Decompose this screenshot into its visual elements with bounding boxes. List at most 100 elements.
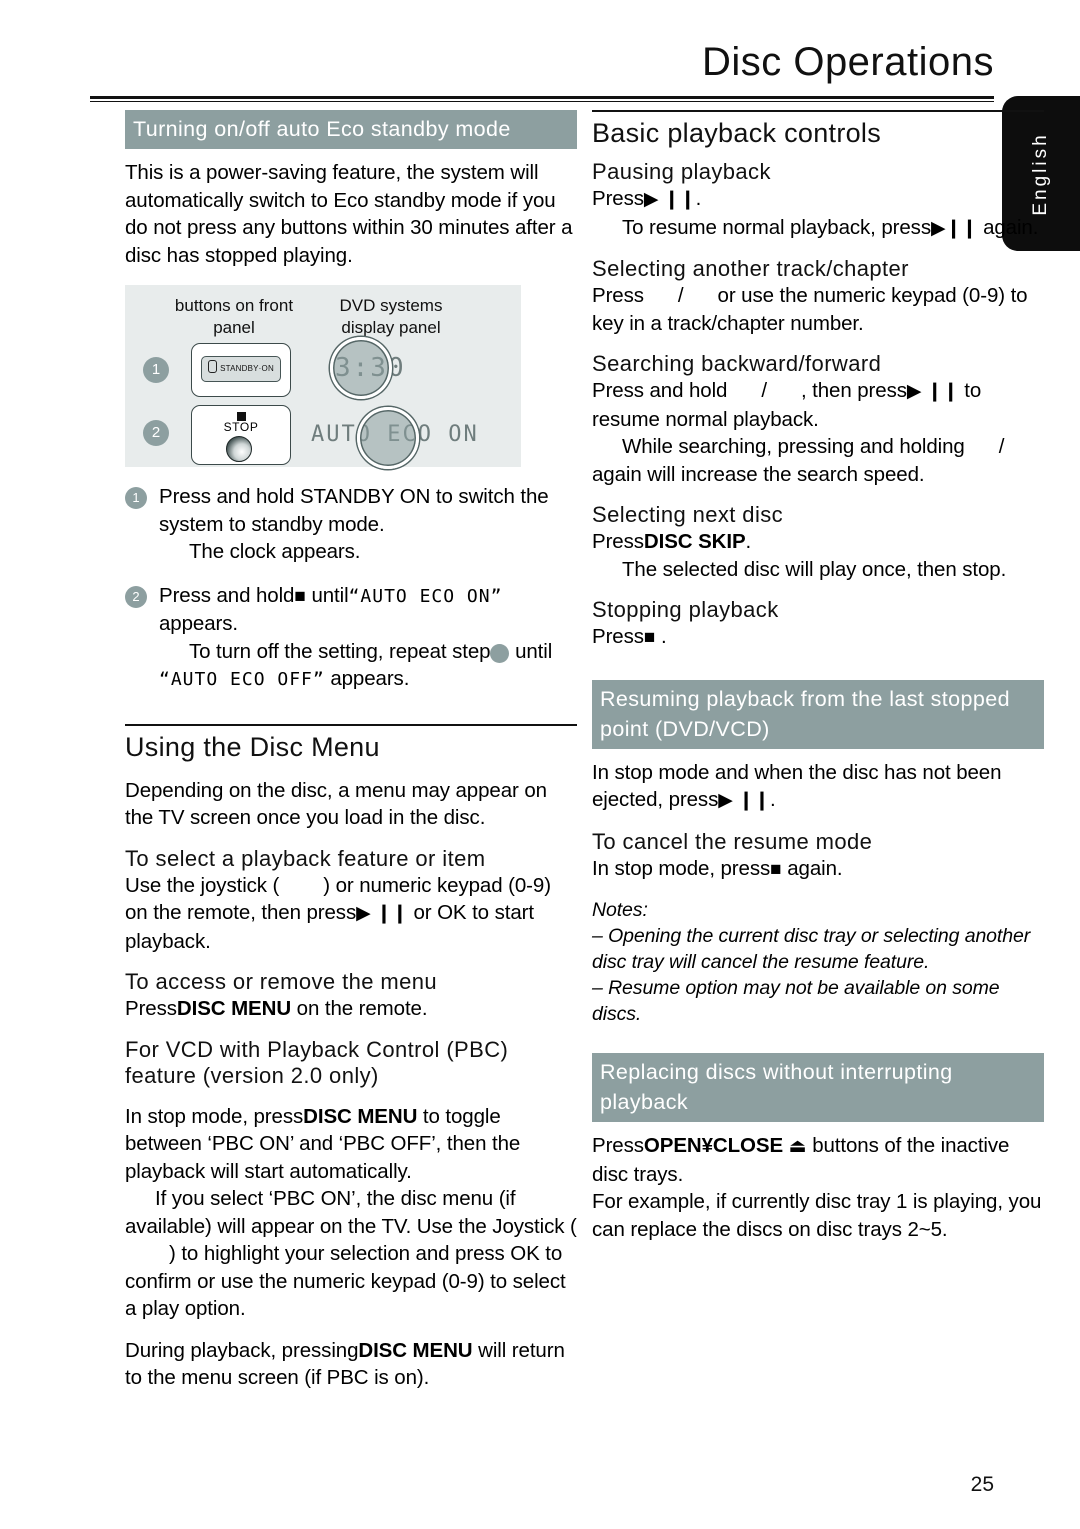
step-2-note-c: appears.: [330, 667, 410, 690]
access-menu-body: PressDISC MENU on the remote.: [125, 995, 577, 1023]
access-menu-text-a: Press: [125, 997, 177, 1020]
step-2-prefix: Press and hold: [159, 583, 295, 607]
step-2-note-lcd: “AUTO ECO OFF”: [159, 669, 325, 690]
step-1: 1 Press and hold STANDBY ON to switch th…: [125, 483, 577, 566]
header-divider: [90, 96, 994, 102]
access-menu-heading: To access or remove the menu: [125, 969, 438, 994]
pbc-heading: For VCD with Playback Control (PBC) feat…: [125, 1036, 509, 1088]
pausing-body: Press▶ ❙❙.: [592, 185, 1044, 214]
display-eco-highlight-ring: [357, 407, 419, 469]
stopping-press: Press: [592, 625, 644, 648]
step-1-text: Press and hold STANDBY ON to switch the …: [159, 485, 549, 536]
track-chapter-heading: Selecting another track/chapter: [592, 256, 909, 281]
stop-button-panel: STOP: [191, 405, 291, 465]
step-2-number: 2: [125, 585, 147, 608]
stop-label: STOP: [223, 420, 259, 434]
notes-label: Notes:: [592, 899, 648, 921]
pausing-note-a: To resume normal playback, press: [622, 215, 931, 239]
standby-on-label: STANDBY·ON: [220, 364, 274, 373]
pbc-paragraph-3: During playback, pressingDISC MENU will …: [125, 1337, 577, 1392]
pbc-p3-text-a: During playback, pressing: [125, 1338, 359, 1362]
next-disc-heading: Selecting next disc: [592, 502, 784, 527]
basic-playback-heading: Basic playback controls: [592, 118, 882, 148]
resume-text-a: In stop mode and when the disc has not b…: [592, 760, 1002, 812]
replacing-text-a: Press: [592, 1134, 644, 1157]
resume-period: .: [769, 788, 776, 811]
select-feature-heading: To select a playback feature or item: [125, 845, 486, 871]
eject-icon: ⏏: [788, 1136, 807, 1157]
step-1-note: The clock appears.: [189, 540, 361, 563]
pausing-heading: Pausing playback: [592, 159, 771, 184]
stopping-period: .: [661, 625, 667, 648]
play-pause-icon-5: ▶ ❙❙: [718, 790, 770, 811]
page-number: 25: [970, 1473, 994, 1496]
track-slash: /: [677, 284, 684, 307]
play-pause-icon-4: ▶ ❙❙: [906, 381, 959, 402]
standby-on-button: STANDBY·ON: [201, 356, 281, 382]
stopping-body: Press■ .: [592, 623, 1044, 652]
note-item-1: – Opening the current disc tray or selec…: [592, 925, 1031, 973]
diagram-marker-1: 1: [143, 357, 169, 383]
next-disc-body: PressDISC SKIP.: [592, 528, 1044, 556]
search-note-b: again will increase the search speed.: [592, 462, 925, 486]
pausing-period: .: [695, 187, 702, 210]
step-2-suffix: appears.: [159, 612, 238, 635]
pbc-p2-text-b: ) to highlight your selection and press …: [125, 1242, 566, 1320]
track-chapter-body: Press / or use the numeric keypad (0-9) to…: [592, 282, 1044, 337]
stop-knob-icon: [226, 436, 252, 462]
play-pause-icon-3: ▶❙❙: [931, 217, 978, 239]
resume-playback-heading: Resuming playback from the last stopped …: [592, 679, 1044, 749]
next-disc-press: Press: [592, 530, 644, 553]
stopping-heading: Stopping playback: [592, 597, 779, 622]
search-note-slash: /: [998, 435, 1005, 458]
basic-playback-section: Basic playback controls: [592, 110, 1044, 149]
pbc-paragraph-2: If you select ‘PBC ON’, the disc menu (i…: [125, 1185, 577, 1323]
disc-menu-button-label: DISC MENU: [176, 997, 292, 1020]
step-1-number: 1: [125, 487, 147, 509]
cancel-resume-a: In stop mode, press: [592, 856, 771, 880]
page-title: Disc Operations: [701, 40, 994, 84]
track-text-b: or use the numeric keypad (0-9) to key i…: [592, 284, 1028, 335]
replacing-body: PressOPEN¥CLOSE ⏏ buttons of the inactiv…: [592, 1132, 1044, 1188]
step-2-lcd-text: “AUTO ECO ON”: [348, 585, 503, 607]
pbc-p2-text-a: If you select ‘PBC ON’, the disc menu (i…: [125, 1187, 577, 1238]
resume-body: In stop mode and when the disc has not b…: [592, 759, 1044, 815]
searching-note: While searching, pressing and holding / ag…: [592, 433, 1044, 488]
eco-standby-heading: Turning on/off auto Eco standby mode: [125, 110, 577, 149]
disc-menu-section: Using the Disc Menu: [125, 723, 577, 763]
pausing-press-text: Press: [592, 187, 644, 210]
standby-button-panel: STANDBY·ON: [191, 343, 291, 397]
searching-heading: Searching backward/forward: [592, 351, 882, 376]
eco-intro-paragraph: This is a power-saving feature, the syst…: [125, 161, 573, 267]
step-2: 2 Press and hold■ until“AUTO ECO ON” app…: [125, 582, 577, 694]
stop-icon: ■: [294, 585, 306, 607]
open-close-button-label: OPEN¥CLOSE: [643, 1134, 784, 1157]
step-2-text: Press and hold■ until“AUTO ECO ON” appea…: [159, 582, 577, 638]
stop-icon-2: ■: [643, 627, 656, 648]
diagram-label-display: DVD systems display panel: [339, 296, 443, 337]
search-note-a: While searching, pressing and holding: [622, 435, 965, 458]
replacing-example: For example, if currently disc tray 1 is…: [592, 1190, 1042, 1241]
diagram-marker-2: 2: [143, 420, 169, 446]
power-icon: [208, 360, 218, 373]
track-text-a: Press: [592, 284, 644, 307]
cancel-resume-heading: To cancel the resume mode: [592, 828, 873, 854]
pausing-note: To resume normal playback, press▶❙❙ agai…: [592, 214, 1044, 243]
cancel-resume-b: again.: [787, 856, 843, 880]
note-item-2: – Resume option may not be available on …: [592, 977, 1000, 1025]
diagram-label-buttons: buttons on front panel: [174, 296, 294, 337]
step-2-note: To turn off the setting, repeat step 2 un…: [159, 638, 577, 694]
pbc-p1-text-a: In stop mode, press: [125, 1104, 304, 1128]
right-column: Basic playback controls Pausing playback…: [592, 110, 1044, 1243]
next-disc-period: .: [745, 530, 752, 553]
search-text-a: Press and hold: [592, 379, 728, 402]
next-disc-note: The selected disc will play once, then s…: [622, 557, 1007, 581]
replacing-discs-heading: Replacing discs without interrupting pla…: [592, 1053, 1044, 1122]
search-slash: /: [761, 379, 767, 402]
front-panel-diagram: buttons on front panel DVD systems displ…: [125, 285, 521, 469]
step-2-note-a: To turn off the setting, repeat step: [189, 639, 491, 663]
stop-icon-3: ■: [770, 858, 782, 880]
play-pause-icon-2: ▶ ❙❙: [643, 189, 696, 210]
disc-menu-intro: Depending on the disc, a menu may appear…: [125, 778, 547, 830]
searching-body: Press and hold /, then press▶ ❙❙ to resum…: [592, 377, 1044, 433]
